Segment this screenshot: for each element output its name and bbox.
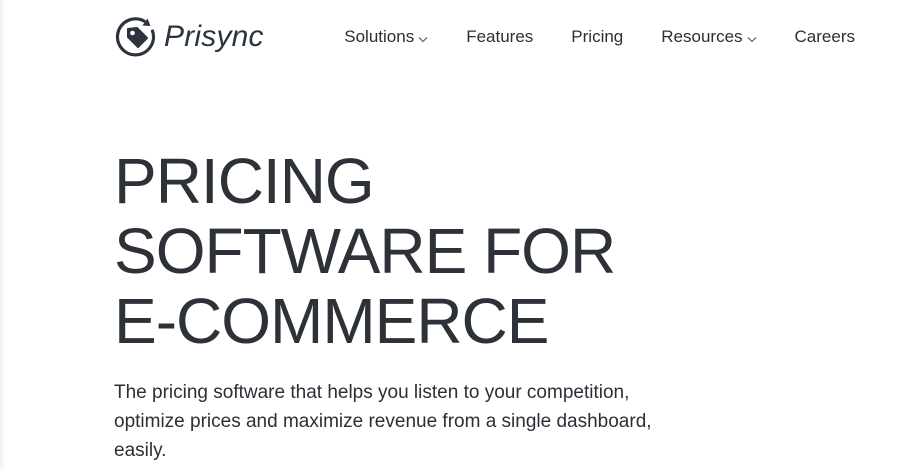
nav-item-label: Features [466, 27, 534, 46]
nav-item-label: Pricing [571, 27, 624, 46]
nav-item-pricing[interactable]: Pricing [571, 27, 623, 47]
hero-title-line: SOFTWARE FOR [114, 215, 616, 287]
page: Prisync Solutions Features Pricing Resou… [0, 0, 900, 469]
chevron-down-icon [418, 28, 428, 48]
nav-item-resources[interactable]: Resources [661, 26, 756, 48]
brand-name: Prisync [164, 20, 264, 53]
chevron-down-icon [747, 28, 757, 48]
main-nav: Solutions Features Pricing Resources Car… [344, 26, 855, 48]
nav-item-label: Solutions [344, 27, 415, 46]
price-tag-circle-icon [114, 15, 158, 59]
nav-item-features[interactable]: Features [466, 27, 533, 47]
brand-logo-link[interactable]: Prisync [114, 15, 264, 59]
nav-item-label: Resources [661, 27, 743, 46]
hero-section: PRICING SOFTWARE FOR E-COMMERCE The pric… [114, 146, 734, 465]
site-header: Prisync Solutions Features Pricing Resou… [0, 0, 900, 76]
hero-title-line: PRICING [114, 145, 375, 217]
hero-subtitle: The pricing software that helps you list… [114, 382, 652, 461]
hero-title: PRICING SOFTWARE FOR E-COMMERCE [114, 146, 734, 356]
hero-title-line: E-COMMERCE [114, 285, 549, 357]
nav-item-label: Careers [794, 27, 855, 46]
nav-item-careers[interactable]: Careers [795, 27, 855, 47]
nav-item-solutions[interactable]: Solutions [344, 26, 428, 48]
